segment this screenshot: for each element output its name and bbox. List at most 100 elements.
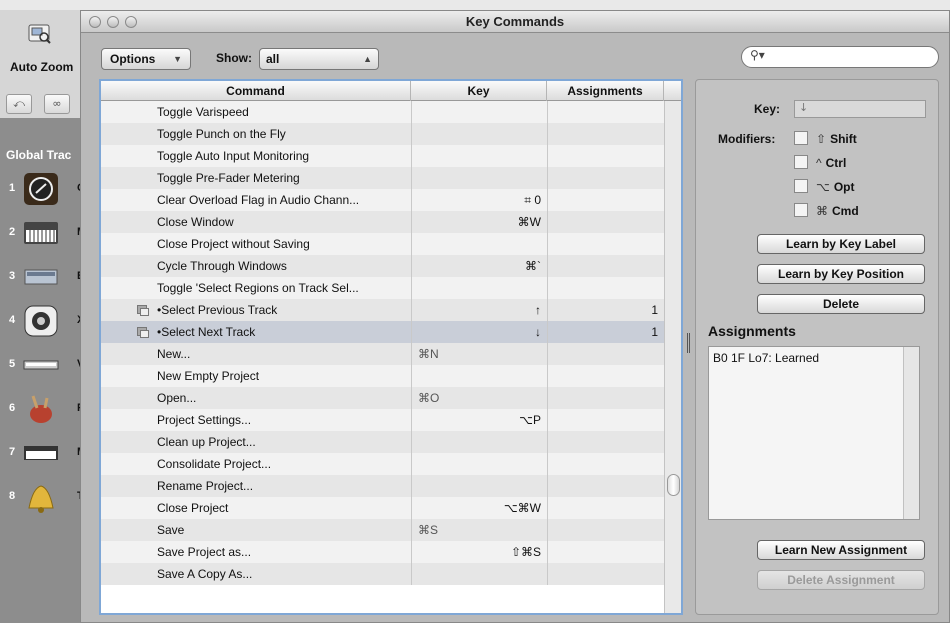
command-cell: Close Project bbox=[157, 501, 229, 515]
delete-assignment-button[interactable]: Delete Assignment bbox=[757, 570, 925, 590]
command-cell: Clean up Project... bbox=[157, 435, 256, 449]
table-row[interactable]: Close Window ⌘W bbox=[101, 211, 664, 233]
options-label: Options bbox=[110, 52, 156, 66]
search-field[interactable]: ⚲▾ bbox=[741, 46, 939, 68]
assignments-cell bbox=[547, 343, 662, 365]
table-row[interactable]: Close Project without Saving bbox=[101, 233, 664, 255]
track-number: 4 bbox=[9, 314, 16, 326]
key-cell bbox=[411, 123, 545, 145]
title-bar[interactable]: Key Commands bbox=[81, 11, 949, 33]
column-header-command[interactable]: Command bbox=[101, 81, 411, 101]
back-icon[interactable]: ⤺ bbox=[6, 94, 32, 114]
modifiers-label: Modifiers: bbox=[718, 132, 776, 146]
assignment-item[interactable]: B0 1F Lo7: Learned bbox=[713, 351, 819, 365]
shift-checkbox[interactable] bbox=[794, 131, 808, 145]
scrollbar-thumb[interactable] bbox=[667, 474, 680, 496]
auto-zoom-icon[interactable] bbox=[27, 22, 51, 46]
command-cell: Toggle Pre-Fader Metering bbox=[157, 171, 300, 185]
assignments-cell bbox=[547, 387, 662, 409]
assignments-cell bbox=[547, 519, 662, 541]
column-header-assignments[interactable]: Assignments bbox=[547, 81, 664, 101]
table-row[interactable]: Toggle 'Select Regions on Track Sel... bbox=[101, 277, 664, 299]
command-cell: Toggle Varispeed bbox=[157, 105, 249, 119]
table-row[interactable]: •Select Previous Track ↑ 1 bbox=[101, 299, 664, 321]
command-cell: New... bbox=[157, 347, 191, 361]
key-cell: ↑ bbox=[411, 299, 545, 321]
key-cell: ⌥P bbox=[411, 409, 545, 431]
table-row[interactable]: Save ⌘S bbox=[101, 519, 664, 541]
command-cell: Consolidate Project... bbox=[157, 457, 272, 471]
cmd-checkbox[interactable] bbox=[794, 203, 808, 217]
key-cell: ⌗ 0 bbox=[411, 189, 545, 211]
key-cell bbox=[411, 167, 545, 189]
copy-icon bbox=[137, 305, 149, 316]
table-scrollbar[interactable] bbox=[664, 101, 681, 613]
show-filter-value: all bbox=[266, 52, 280, 66]
key-cell bbox=[411, 453, 545, 475]
table-row[interactable]: Save A Copy As... bbox=[101, 563, 664, 585]
assignments-cell bbox=[547, 431, 662, 453]
table-row[interactable]: Rename Project... bbox=[101, 475, 664, 497]
auto-zoom-label: Auto Zoom bbox=[10, 60, 74, 74]
dropdown-arrow-icon: ▼ bbox=[173, 54, 182, 64]
learn-new-assignment-button[interactable]: Learn New Assignment bbox=[757, 540, 925, 560]
table-row[interactable]: Clean up Project... bbox=[101, 431, 664, 453]
search-icon: ⚲▾ bbox=[750, 48, 765, 62]
link-icon[interactable]: ∞ bbox=[44, 94, 70, 114]
assignments-list[interactable]: B0 1F Lo7: Learned bbox=[708, 346, 920, 520]
table-row[interactable]: Toggle Punch on the Fly bbox=[101, 123, 664, 145]
options-menu-button[interactable]: Options ▼ bbox=[101, 48, 191, 70]
command-cell: Save Project as... bbox=[157, 545, 252, 559]
table-row[interactable]: Save Project as... ⇧⌘S bbox=[101, 541, 664, 563]
synth-icon bbox=[24, 269, 58, 285]
key-field[interactable]: ↓ bbox=[794, 100, 926, 118]
key-commands-window: Key Commands Options ▼ Show: all ▲ ⚲▾ Co… bbox=[80, 10, 950, 623]
track-number: 8 bbox=[9, 490, 16, 502]
table-row[interactable]: Clear Overload Flag in Audio Chann... ⌗ 0 bbox=[101, 189, 664, 211]
assignments-cell bbox=[547, 123, 662, 145]
key-cell bbox=[411, 431, 545, 453]
table-row[interactable]: Toggle Varispeed bbox=[101, 101, 664, 123]
table-row[interactable]: •Select Next Track ↓ 1 bbox=[101, 321, 664, 343]
table-row[interactable]: Project Settings... ⌥P bbox=[101, 409, 664, 431]
key-cell-alt: ⌘N bbox=[418, 347, 439, 361]
key-cell bbox=[411, 563, 545, 585]
assignments-scrollbar[interactable] bbox=[903, 347, 919, 519]
ctrl-checkbox[interactable] bbox=[794, 155, 808, 169]
show-label: Show: bbox=[216, 51, 252, 65]
key-cell: ⌘` bbox=[411, 255, 545, 277]
key-cell bbox=[411, 101, 545, 123]
command-cell: •Select Previous Track bbox=[157, 303, 278, 317]
split-divider-handle[interactable] bbox=[687, 333, 690, 353]
key-commands-table: Command Key Assignments Toggle Varispeed… bbox=[99, 79, 683, 615]
command-cell: Open... bbox=[157, 391, 197, 405]
key-cell: ⌘N bbox=[411, 343, 545, 365]
table-row[interactable]: New Empty Project bbox=[101, 365, 664, 387]
bell-icon bbox=[28, 485, 54, 513]
show-filter-select[interactable]: all ▲ bbox=[259, 48, 379, 70]
assignments-cell bbox=[547, 233, 662, 255]
assignments-cell bbox=[547, 409, 662, 431]
key-cell-alt: ⌘O bbox=[418, 391, 440, 405]
key-cell-value: ⌘W bbox=[517, 215, 541, 229]
window-title: Key Commands bbox=[465, 14, 565, 29]
table-row[interactable]: Cycle Through Windows ⌘` bbox=[101, 255, 664, 277]
shift-modifier-label: ⇧ Shift bbox=[816, 132, 857, 146]
column-header-key[interactable]: Key bbox=[411, 81, 547, 101]
background-toolbar bbox=[0, 0, 950, 10]
drum-machine-icon bbox=[24, 305, 58, 337]
learn-by-key-label-button[interactable]: Learn by Key Label bbox=[757, 234, 925, 254]
table-row[interactable]: Open... ⌘O bbox=[101, 387, 664, 409]
table-row[interactable]: Toggle Auto Input Monitoring bbox=[101, 145, 664, 167]
table-row[interactable]: Close Project ⌥⌘W bbox=[101, 497, 664, 519]
learn-by-key-position-button[interactable]: Learn by Key Position bbox=[757, 264, 925, 284]
opt-checkbox[interactable] bbox=[794, 179, 808, 193]
table-row[interactable]: New... ⌘N bbox=[101, 343, 664, 365]
delete-key-button[interactable]: Delete bbox=[757, 294, 925, 314]
key-cell-value: ⌥⌘W bbox=[503, 501, 541, 515]
table-row[interactable]: Consolidate Project... bbox=[101, 453, 664, 475]
assignments-cell bbox=[547, 497, 662, 519]
key-cell bbox=[411, 233, 545, 255]
command-cell: •Select Next Track bbox=[157, 325, 256, 339]
table-row[interactable]: Toggle Pre-Fader Metering bbox=[101, 167, 664, 189]
